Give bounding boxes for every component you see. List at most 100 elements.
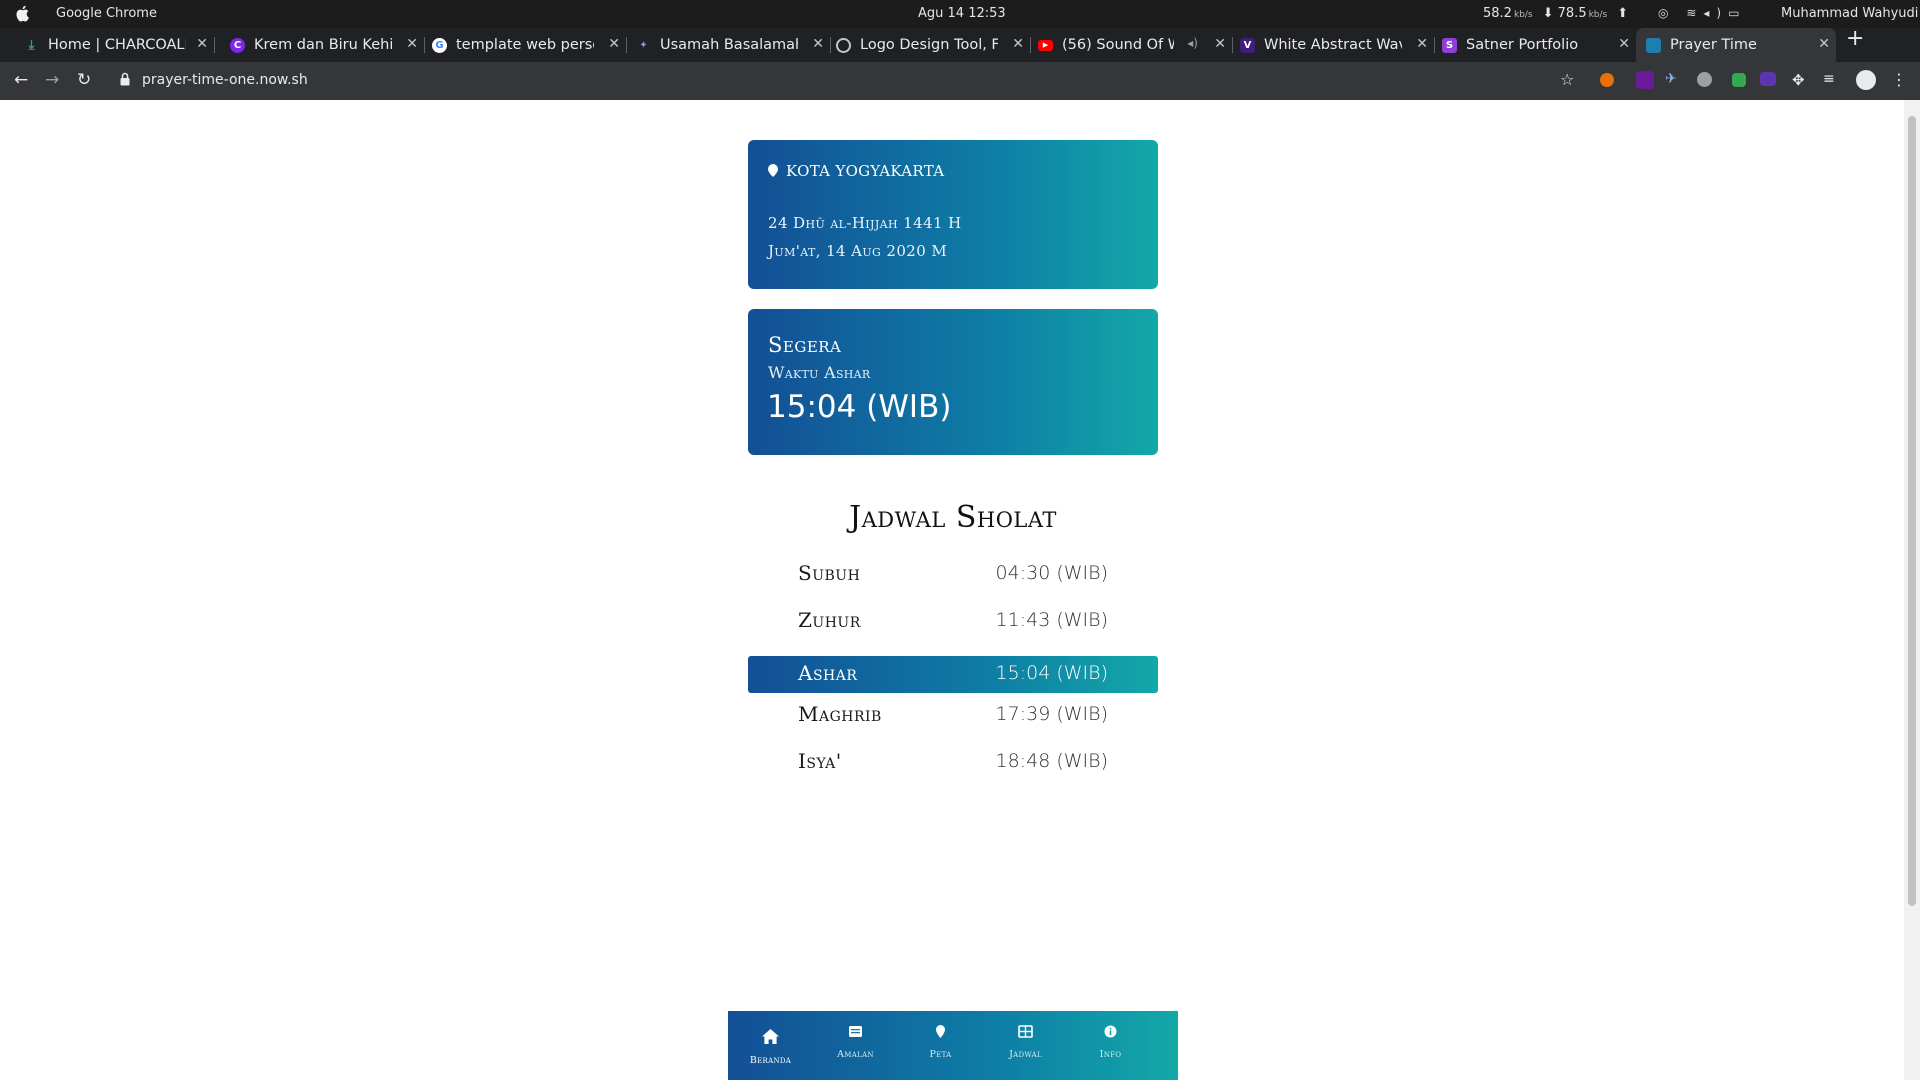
tab-title: Satner Portfolio xyxy=(1466,37,1579,53)
tab-title: template web perso xyxy=(456,37,594,53)
avatar[interactable] xyxy=(1856,70,1876,90)
satner-icon: S xyxy=(1442,37,1457,53)
system-clock[interactable]: Agu 14 12:53 xyxy=(918,6,1006,21)
tab-google-search[interactable]: G template web perso ✕ xyxy=(432,28,627,62)
location: KOTA YOGYAKARTA xyxy=(768,162,944,180)
nav-label: Jadwal xyxy=(1009,1049,1042,1060)
tab-canva[interactable]: C Krem dan Biru Kehij ✕ xyxy=(230,28,425,62)
back-arrow-icon[interactable]: ← xyxy=(14,70,28,90)
next-prayer-label: Segera xyxy=(768,333,842,357)
nav-beranda[interactable]: Beranda xyxy=(728,1011,813,1080)
battery-icon[interactable]: ▭ xyxy=(1728,6,1746,20)
media-queue-icon[interactable]: ≡ xyxy=(1823,71,1841,89)
download-icon: ⤓ xyxy=(28,37,35,53)
url-input[interactable]: prayer-time-one.now.sh xyxy=(142,72,308,88)
net-up-unit: kb/s xyxy=(1588,10,1608,20)
city-name: KOTA YOGYAKARTA xyxy=(786,162,945,180)
new-tab-button[interactable]: + xyxy=(1846,26,1864,51)
nav-info[interactable]: Info xyxy=(1068,1011,1153,1080)
tab-separator xyxy=(1232,37,1233,53)
speaker-icon[interactable]: ◂) xyxy=(1187,36,1198,50)
info-icon xyxy=(1104,1025,1117,1038)
user-name[interactable]: Muhammad Wahyudi xyxy=(1781,6,1918,21)
tab-title: Prayer Time xyxy=(1670,37,1757,53)
nav-jadwal[interactable]: Jadwal xyxy=(983,1011,1068,1080)
bookmark-star-icon[interactable]: ☆ xyxy=(1560,70,1574,89)
close-icon[interactable]: ✕ xyxy=(1012,36,1024,52)
forward-arrow-icon[interactable]: → xyxy=(45,70,59,90)
extension-icon[interactable] xyxy=(1600,73,1614,87)
volume-icon[interactable]: ◂) xyxy=(1703,6,1728,20)
tab-charcoal[interactable]: ⤓ Home | CHARCOALM ✕ xyxy=(24,28,215,62)
active-app-name[interactable]: Google Chrome xyxy=(56,6,157,21)
extension-icon[interactable]: ✈ xyxy=(1665,71,1683,89)
nav-amalan[interactable]: Amalan xyxy=(813,1011,898,1080)
nav-peta[interactable]: Peta xyxy=(898,1011,983,1080)
extension-icon[interactable] xyxy=(1732,73,1746,87)
close-icon[interactable]: ✕ xyxy=(196,36,208,52)
tab-title: Usamah Basalamah xyxy=(660,37,798,53)
tab-title: Home | CHARCOALM xyxy=(48,37,186,53)
kebab-menu-icon[interactable]: ⋮ xyxy=(1891,70,1907,89)
sync-icon[interactable]: ◎ xyxy=(1658,6,1675,20)
schedule-row-subuh: Subuh 04:30 (WIB) xyxy=(748,555,1158,592)
extension-icon[interactable] xyxy=(1636,71,1654,89)
puzzle-icon[interactable]: ✥ xyxy=(1792,71,1810,89)
web-page: KOTA YOGYAKARTA 24 Dhū al-Hijjah 1441 H … xyxy=(0,100,1904,1080)
prayer-icon xyxy=(1646,37,1661,53)
hijri-date: 24 Dhū al-Hijjah 1441 H xyxy=(768,214,962,232)
close-icon[interactable]: ✕ xyxy=(1214,36,1226,52)
tab-prayer-time[interactable]: Prayer Time ✕ xyxy=(1636,28,1836,62)
tab-satner[interactable]: S Satner Portfolio ✕ xyxy=(1442,28,1636,62)
scrollbar-thumb[interactable] xyxy=(1908,116,1916,906)
prayer-name: Zuhur xyxy=(798,608,861,632)
tab-separator xyxy=(626,37,627,53)
tab-separator xyxy=(214,37,215,53)
close-icon[interactable]: ✕ xyxy=(406,36,418,52)
close-icon[interactable]: ✕ xyxy=(1416,36,1428,52)
prayer-time: 18:48 (WIB) xyxy=(995,750,1108,772)
apple-icon[interactable] xyxy=(14,5,30,22)
close-icon[interactable]: ✕ xyxy=(1818,36,1830,52)
tab-separator xyxy=(1030,37,1031,53)
next-prayer-name: Waktu Ashar xyxy=(768,363,871,382)
schedule-row-zuhur: Zuhur 11:43 (WIB) xyxy=(748,602,1158,639)
extension-icon[interactable] xyxy=(1697,72,1712,87)
prayer-name: Ashar xyxy=(798,661,858,685)
nav-label: Beranda xyxy=(749,1055,792,1066)
system-tray-icons[interactable]: ◎ ≋◂)▭ xyxy=(1658,6,1746,20)
close-icon[interactable]: ✕ xyxy=(812,36,824,52)
canva-icon: C xyxy=(230,37,245,53)
globe-icon xyxy=(836,37,851,53)
prayer-name: Maghrib xyxy=(798,702,882,726)
close-icon[interactable]: ✕ xyxy=(608,36,620,52)
prayer-time: 15:04 (WIB) xyxy=(995,662,1108,684)
tab-title: White Abstract Wav xyxy=(1264,37,1402,53)
prayer-name: Subuh xyxy=(798,561,861,585)
vertical-scrollbar[interactable] xyxy=(1904,100,1920,1080)
lock-icon[interactable] xyxy=(120,72,130,86)
extension-icon[interactable] xyxy=(1760,72,1776,86)
prayer-time: 11:43 (WIB) xyxy=(995,609,1108,631)
tab-vectorstock[interactable]: V White Abstract Wav ✕ xyxy=(1240,28,1435,62)
table-icon xyxy=(1018,1025,1033,1038)
wifi-icon[interactable]: ≋ xyxy=(1686,6,1703,20)
vectorstock-icon: V xyxy=(1240,37,1255,53)
prayer-time: 17:39 (WIB) xyxy=(995,703,1108,725)
tab-logo-design[interactable]: Logo Design Tool, F ✕ xyxy=(836,28,1031,62)
next-prayer-time: 15:04 (WIB) xyxy=(767,389,952,425)
os-top-bar: Google Chrome Agu 14 12:53 58.2 kb/s ⬇ 78.… xyxy=(0,0,1920,28)
tab-youtube[interactable]: ▶ (56) Sound Of W ◂) ✕ xyxy=(1038,28,1233,62)
close-icon[interactable]: ✕ xyxy=(1618,36,1630,52)
network-speed: 58.2 kb/s ⬇ 78.5 kb/s ⬆ xyxy=(1483,6,1629,21)
tab-separator xyxy=(830,37,831,53)
net-up-value: 78.5 xyxy=(1557,6,1587,21)
map-pin-icon xyxy=(768,164,778,177)
net-down-value: 58.2 xyxy=(1483,6,1512,21)
tab-usamah[interactable]: ✦ Usamah Basalamah ✕ xyxy=(636,28,831,62)
tab-title: Krem dan Biru Kehij xyxy=(254,37,392,53)
home-icon xyxy=(762,1029,779,1044)
reload-icon[interactable]: ↻ xyxy=(77,70,91,90)
book-icon xyxy=(849,1026,862,1037)
tab-strip: ⤓ Home | CHARCOALM ✕ C Krem dan Biru Keh… xyxy=(0,26,1920,62)
